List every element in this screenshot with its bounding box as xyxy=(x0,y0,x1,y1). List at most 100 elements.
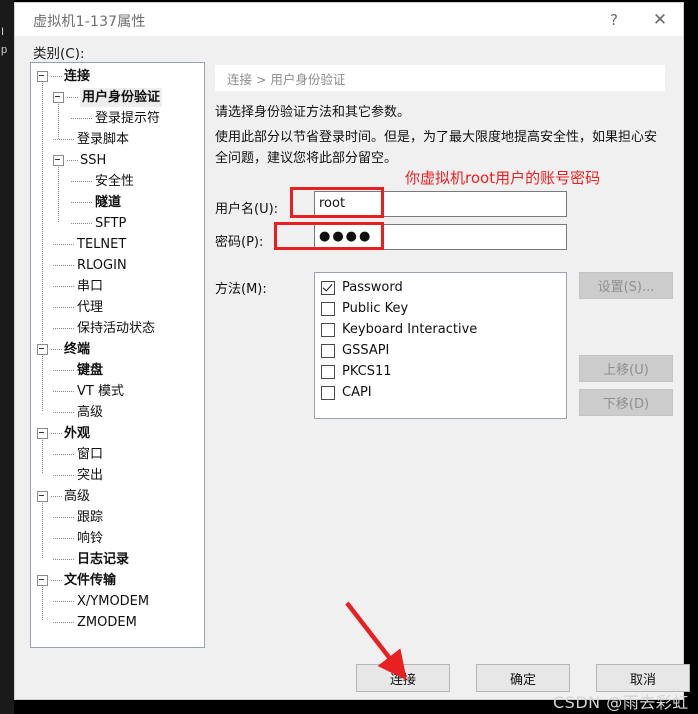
close-button[interactable]: ✕ xyxy=(637,3,683,36)
tree-item[interactable]: 保持活动状态 xyxy=(53,319,155,338)
tree-item-label: 高级 xyxy=(77,405,104,420)
window-title: 虚拟机1-137属性 xyxy=(33,14,146,30)
tree-connector xyxy=(53,307,75,308)
method-row[interactable]: CAPI xyxy=(321,382,372,403)
tree-connector xyxy=(71,202,93,203)
tree-item[interactable]: SSH xyxy=(53,151,106,170)
tree-connector xyxy=(53,559,75,560)
tree-connector xyxy=(71,118,93,119)
tree-item-label: SFTP xyxy=(95,216,127,231)
tree-connector xyxy=(53,517,75,518)
tree-item[interactable]: VT 模式 xyxy=(53,382,124,401)
tree-item-label: TELNET xyxy=(77,237,127,252)
method-row[interactable]: Public Key xyxy=(321,298,408,319)
tree-item-label: 安全性 xyxy=(95,174,135,189)
background-window-strip: I p xyxy=(0,0,14,714)
username-label: 用户名(U): xyxy=(215,202,279,217)
tree-item-label: SSH xyxy=(80,153,107,168)
background-fragment-0: I xyxy=(1,26,5,38)
tree-item-label: 文件传输 xyxy=(64,573,117,588)
annotation-box-password xyxy=(274,222,384,250)
tree-guide-line xyxy=(42,438,43,474)
tree-connector xyxy=(53,265,75,266)
methods-list[interactable]: Password Public Key Keyboard Interactive GS… xyxy=(314,272,567,419)
tree-item-label: 键盘 xyxy=(77,363,104,378)
tree-item[interactable]: 外观 xyxy=(37,424,90,443)
tree-item-label: 代理 xyxy=(77,300,104,315)
tree-item[interactable]: 高级 xyxy=(37,487,90,506)
method-label: PKCS11 xyxy=(342,364,392,379)
tree-item[interactable]: 跟踪 xyxy=(53,508,103,527)
tree-connector xyxy=(53,139,75,140)
footer-button[interactable]: 确定 xyxy=(476,664,570,692)
tree-item[interactable]: 日志记录 xyxy=(53,550,129,569)
tree-item-label: 串口 xyxy=(77,279,104,294)
description-line-2: 使用此部分以节省登录时间。但是，为了最大限度地提高安全性，如果担心安全问题，建议… xyxy=(215,130,658,166)
category-tree[interactable]: 连接用户身份验证登录提示符登录脚本 SSH 安全性隧道 SFTP TELNET RLOGI… xyxy=(30,62,205,648)
tree-connector xyxy=(53,391,75,392)
tree-item-label: 高级 xyxy=(64,489,91,504)
footer-button[interactable]: 取消 xyxy=(596,664,690,692)
tree-item[interactable]: TELNET xyxy=(53,235,126,254)
tree-connector xyxy=(53,622,75,623)
tree-item-label: 用户身份验证 xyxy=(80,88,163,107)
method-label: Keyboard Interactive xyxy=(342,322,478,337)
tree-item[interactable]: 代理 xyxy=(53,298,103,317)
checkbox-icon[interactable] xyxy=(321,343,335,358)
tree-item[interactable]: 文件传输 xyxy=(37,571,116,590)
side-button: 上移(U) xyxy=(579,355,673,382)
tree-item-label: 登录提示符 xyxy=(95,111,161,126)
tree-item-label: 外观 xyxy=(64,426,91,441)
help-button[interactable]: ? xyxy=(591,3,637,36)
description-line-1: 请选择身份验证方法和其它参数。 xyxy=(215,105,411,120)
properties-dialog: 虚拟机1-137属性 ? ✕ 类别(C): 连接用户身份验证登录提示符登录脚本 S… xyxy=(14,2,690,712)
tree-item[interactable]: 响铃 xyxy=(53,529,103,548)
category-label: 类别(C): xyxy=(33,46,85,62)
checkbox-icon[interactable] xyxy=(321,385,335,400)
checkbox-icon[interactable] xyxy=(321,301,335,316)
tree-item-label: 终端 xyxy=(64,342,91,357)
method-label: Public Key xyxy=(342,301,409,316)
tree-item[interactable]: RLOGIN xyxy=(53,256,127,275)
tree-item[interactable]: 登录脚本 xyxy=(53,130,129,149)
tree-item[interactable]: 终端 xyxy=(37,340,90,359)
tree-connector xyxy=(67,160,78,161)
method-row[interactable]: GSSAPI xyxy=(321,340,389,361)
checkbox-icon[interactable] xyxy=(321,322,335,337)
method-row[interactable]: Keyboard Interactive xyxy=(321,319,477,340)
tree-item[interactable]: 隧道 xyxy=(71,193,121,212)
tree-item[interactable]: 窗口 xyxy=(53,445,103,464)
tree-connector xyxy=(51,496,62,497)
tree-connector xyxy=(53,370,75,371)
tree-item[interactable]: 键盘 xyxy=(53,361,103,380)
tree-item[interactable]: ZMODEM xyxy=(53,613,137,632)
tree-connector xyxy=(53,601,75,602)
tree-guide-line xyxy=(58,102,59,140)
method-row[interactable]: PKCS11 xyxy=(321,361,392,382)
tree-item[interactable]: 用户身份验证 xyxy=(53,88,163,107)
checkbox-icon[interactable] xyxy=(321,364,335,379)
checkbox-checked-icon[interactable] xyxy=(321,280,335,295)
tree-connector xyxy=(71,223,93,224)
title-bar: 虚拟机1-137属性 ? ✕ xyxy=(15,3,683,36)
tree-item[interactable]: 串口 xyxy=(53,277,103,296)
tree-item-label: 隧道 xyxy=(95,195,122,210)
tree-connector xyxy=(53,475,75,476)
tree-guide-line xyxy=(58,165,59,222)
tree-item-label: 日志记录 xyxy=(77,552,130,567)
breadcrumb: 连接 > 用户身份验证 xyxy=(215,65,665,91)
tree-item[interactable]: 突出 xyxy=(53,466,103,485)
annotation-box-username xyxy=(290,187,384,218)
tree-item[interactable]: X/YMODEM xyxy=(53,592,149,611)
method-row[interactable]: Password xyxy=(321,277,403,298)
tree-item[interactable]: 高级 xyxy=(53,403,103,422)
tree-item[interactable]: SFTP xyxy=(71,214,126,233)
tree-item[interactable]: 连接 xyxy=(37,67,90,86)
tree-item[interactable]: 登录提示符 xyxy=(71,109,160,128)
tree-item-label: 登录脚本 xyxy=(77,132,130,147)
method-label: GSSAPI xyxy=(342,343,390,358)
side-button: 下移(D) xyxy=(579,389,673,416)
tree-item[interactable]: 安全性 xyxy=(71,172,134,191)
tree-guide-line xyxy=(42,585,43,621)
tree-connector xyxy=(71,181,93,182)
